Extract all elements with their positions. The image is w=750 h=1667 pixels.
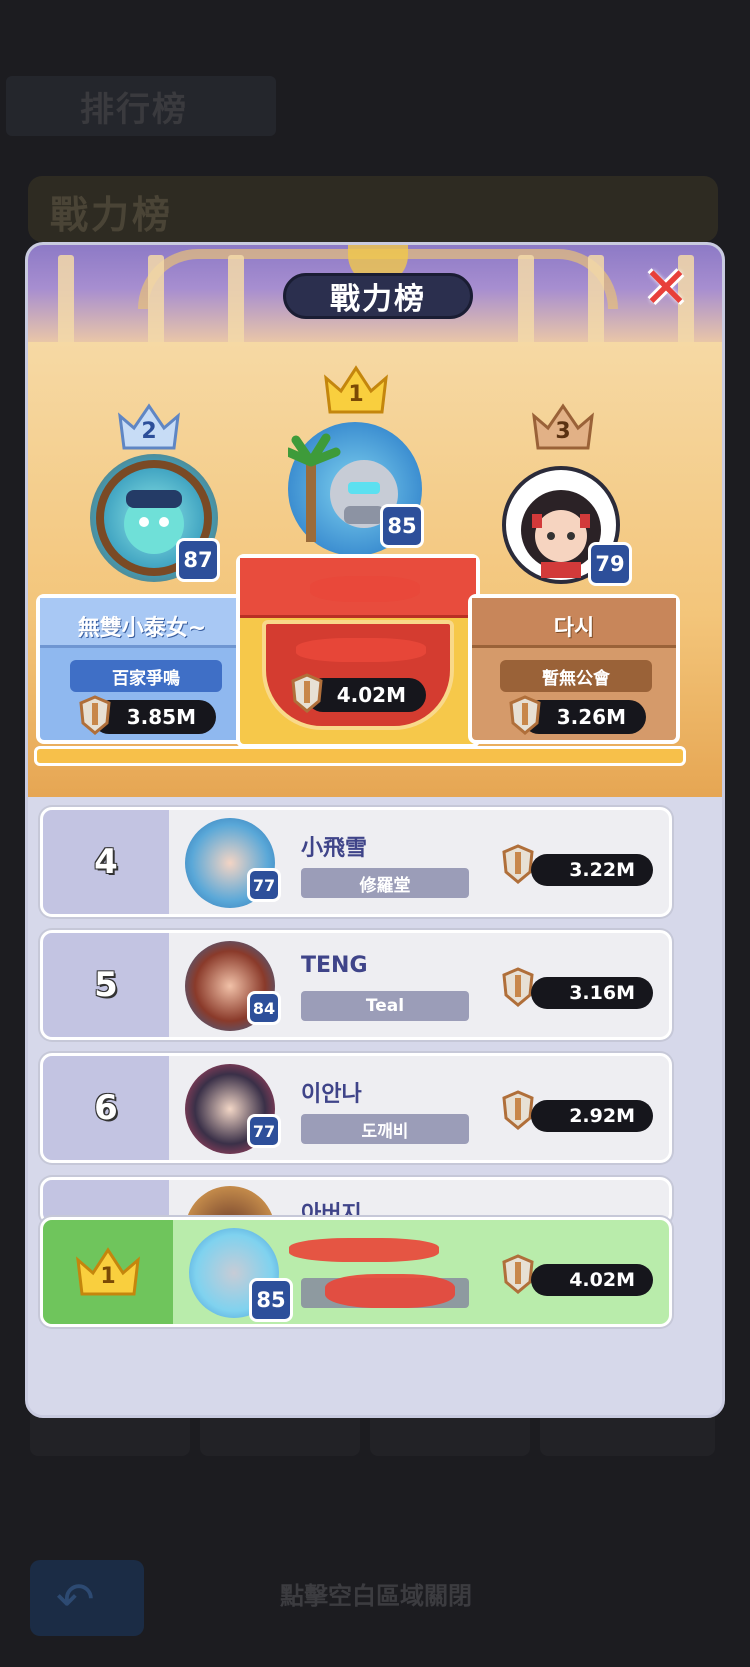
redacted-name <box>289 1238 439 1262</box>
power-shield-icon <box>502 1090 534 1130</box>
my-rank-number: 1 <box>100 1263 116 1289</box>
my-rank-badge: 1 <box>43 1220 173 1324</box>
my-power: 4.02M <box>531 1264 653 1296</box>
gold-crown-icon: 1 <box>322 364 390 416</box>
podium-first[interactable]: 4.02M <box>236 554 480 748</box>
podium-rank-2: 2 <box>141 418 157 444</box>
rank-number: 4 <box>43 810 169 914</box>
close-x-icon[interactable]: ✕ <box>640 261 692 317</box>
pillar-decoration <box>228 255 244 342</box>
top-three-podium: 2 1 3 87 85 79 無雙小泰女~ 百家爭鳴 3.85M 4.02M 다… <box>28 342 722 797</box>
redacted-name <box>310 576 420 602</box>
redacted-guild <box>325 1274 455 1308</box>
my-ranking-row[interactable]: 1 85 4.02M <box>40 1217 672 1327</box>
level-badge: 85 <box>249 1278 293 1322</box>
podium-third[interactable]: 다시 暫無公會 3.26M <box>468 594 680 744</box>
player-guild: Teal <box>301 991 469 1021</box>
podium-power: 4.02M <box>306 678 426 712</box>
bronze-crown-icon: 3 <box>530 402 596 452</box>
silver-crown-icon: 2 <box>116 402 182 452</box>
level-badge: 77 <box>247 1114 281 1148</box>
level-badge: 85 <box>380 504 424 548</box>
podium-rank-1: 1 <box>348 381 364 407</box>
power-shield-icon <box>502 1254 534 1294</box>
player-guild: 修羅堂 <box>301 868 469 898</box>
podium-guild: 百家爭鳴 <box>70 660 222 692</box>
modal-title: 戰力榜 <box>283 273 473 319</box>
podium-second[interactable]: 無雙小泰女~ 百家爭鳴 3.85M <box>36 594 248 744</box>
level-badge: 79 <box>588 542 632 586</box>
player-power: 3.16M <box>531 977 653 1009</box>
back-arrow-icon: ↶ <box>56 1572 95 1626</box>
close-hint-text: 點擊空白區域關閉 <box>280 1582 472 1610</box>
podium-base <box>34 746 686 766</box>
power-shield-icon <box>502 844 534 884</box>
ranking-row[interactable]: 4 77 小飛雪 修羅堂 3.22M <box>40 807 672 917</box>
level-badge: 87 <box>176 538 220 582</box>
gold-crown-icon: 1 <box>74 1246 142 1298</box>
podium-guild: 暫無公會 <box>500 660 652 692</box>
podium-name: 다시 <box>553 616 595 641</box>
player-power: 2.92M <box>531 1100 653 1132</box>
podium-name: 無雙小泰女~ <box>77 616 207 641</box>
player-power: 3.22M <box>531 854 653 886</box>
pillar-decoration <box>58 255 74 342</box>
power-shield-icon <box>291 673 323 713</box>
power-shield-icon <box>79 695 111 735</box>
level-badge: 77 <box>247 868 281 902</box>
power-shield-icon <box>502 967 534 1007</box>
player-name: TENG <box>301 953 368 978</box>
player-name: 小飛雪 <box>301 836 368 861</box>
pillar-decoration <box>518 255 534 342</box>
pillar-decoration <box>148 255 164 342</box>
player-guild: 도깨비 <box>301 1114 469 1144</box>
rank-number: 5 <box>43 933 169 1037</box>
ranking-row[interactable]: 5 84 TENG Teal 3.16M <box>40 930 672 1040</box>
ranking-row[interactable]: 6 77 이안나 도깨비 2.92M <box>40 1053 672 1163</box>
background-tab-label: 戰力榜 <box>50 193 174 237</box>
pillar-decoration <box>588 255 604 342</box>
rank-number: 6 <box>43 1056 169 1160</box>
background-header-title: 排行榜 <box>80 90 188 130</box>
level-badge: 84 <box>247 991 281 1025</box>
power-ranking-modal: 戰力榜 ✕ 2 1 3 87 85 79 無雙小泰女~ 百家爭鳴 3.85M 4… <box>25 242 725 1418</box>
player-name: 이안나 <box>301 1082 362 1107</box>
modal-banner: 戰力榜 ✕ <box>28 245 722 342</box>
podium-rank-3: 3 <box>555 418 571 444</box>
redacted-guild <box>296 638 426 662</box>
power-shield-icon <box>509 695 541 735</box>
ranking-list[interactable]: 4 77 小飛雪 修羅堂 3.22M 5 84 TENG Teal 3.16M … <box>28 797 722 1415</box>
